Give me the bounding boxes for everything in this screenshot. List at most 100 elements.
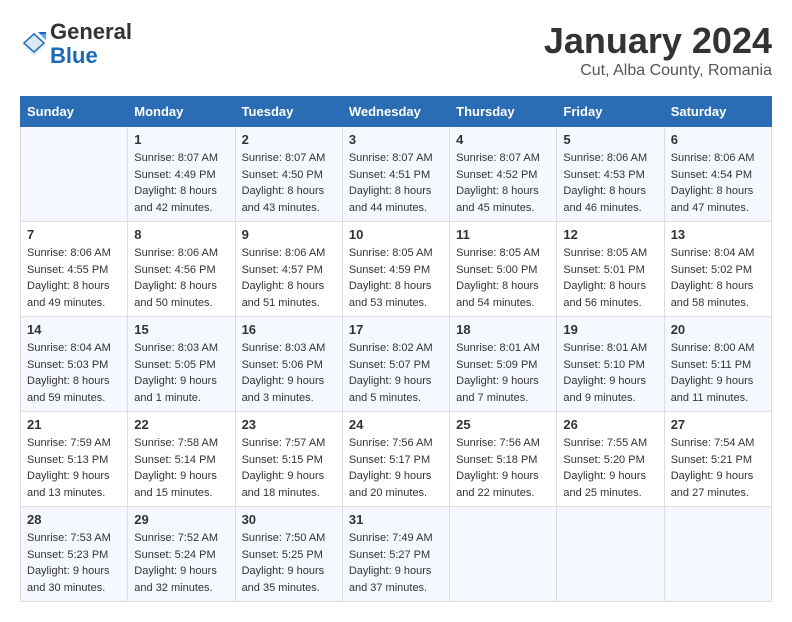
day-info: Sunrise: 8:07 AMSunset: 4:52 PMDaylight:… <box>456 150 550 216</box>
calendar-day-cell: 1 Sunrise: 8:07 AMSunset: 4:49 PMDaylight… <box>128 127 235 222</box>
day-number: 3 <box>349 132 443 147</box>
calendar-day-cell: 12 Sunrise: 8:05 AMSunset: 5:01 PMDayligh… <box>557 222 664 317</box>
calendar-day-cell: 11Sunrise: 8:05 AMSunset: 5:00 PMDayligh… <box>450 222 557 317</box>
day-number: 28 <box>27 512 121 527</box>
day-number: 24 <box>349 417 443 432</box>
calendar-day-cell <box>664 507 771 602</box>
calendar-day-cell: 10 Sunrise: 8:05 AMSunset: 4:59 PMDayligh… <box>342 222 449 317</box>
day-number: 23 <box>242 417 336 432</box>
calendar-day-cell: 20 Sunrise: 8:00 AMSunset: 5:11 PMDayligh… <box>664 317 771 412</box>
day-info: Sunrise: 8:04 AMSunset: 5:03 PMDaylight:… <box>27 340 121 406</box>
day-number: 13 <box>671 227 765 242</box>
day-info: Sunrise: 7:54 AMSunset: 5:21 PMDaylight:… <box>671 435 765 501</box>
day-number: 29 <box>134 512 228 527</box>
day-number: 30 <box>242 512 336 527</box>
calendar-day-cell: 31 Sunrise: 7:49 AMSunset: 5:27 PMDayligh… <box>342 507 449 602</box>
day-number: 4 <box>456 132 550 147</box>
calendar-day-cell: 6 Sunrise: 8:06 AMSunset: 4:54 PMDaylight… <box>664 127 771 222</box>
day-number: 2 <box>242 132 336 147</box>
location-title: Cut, Alba County, Romania <box>544 62 772 80</box>
day-info: Sunrise: 8:06 AMSunset: 4:54 PMDaylight:… <box>671 150 765 216</box>
day-info: Sunrise: 7:53 AMSunset: 5:23 PMDaylight:… <box>27 530 121 596</box>
calendar-day-cell <box>557 507 664 602</box>
day-number: 7 <box>27 227 121 242</box>
day-of-week-header: Monday <box>128 97 235 127</box>
calendar-day-cell <box>450 507 557 602</box>
day-info: Sunrise: 8:05 AMSunset: 5:01 PMDaylight:… <box>563 245 657 311</box>
day-of-week-header: Thursday <box>450 97 557 127</box>
logo-general-text: General <box>50 19 132 44</box>
calendar-week-row: 14 Sunrise: 8:04 AMSunset: 5:03 PMDayligh… <box>21 317 772 412</box>
logo-blue-text: Blue <box>50 43 98 68</box>
day-number: 20 <box>671 322 765 337</box>
calendar-day-cell: 22Sunrise: 7:58 AMSunset: 5:14 PMDayligh… <box>128 412 235 507</box>
day-number: 15 <box>134 322 228 337</box>
day-info: Sunrise: 8:06 AMSunset: 4:56 PMDaylight:… <box>134 245 228 311</box>
calendar-day-cell: 16 Sunrise: 8:03 AMSunset: 5:06 PMDayligh… <box>235 317 342 412</box>
day-number: 1 <box>134 132 228 147</box>
day-info: Sunrise: 8:04 AMSunset: 5:02 PMDaylight:… <box>671 245 765 311</box>
calendar-day-cell: 9 Sunrise: 8:06 AMSunset: 4:57 PMDaylight… <box>235 222 342 317</box>
logo: General Blue <box>20 20 132 68</box>
calendar-day-cell: 28 Sunrise: 7:53 AMSunset: 5:23 PMDayligh… <box>21 507 128 602</box>
day-info: Sunrise: 8:05 AMSunset: 4:59 PMDaylight:… <box>349 245 443 311</box>
day-of-week-header: Wednesday <box>342 97 449 127</box>
calendar-day-cell: 27Sunrise: 7:54 AMSunset: 5:21 PMDayligh… <box>664 412 771 507</box>
day-info: Sunrise: 7:56 AMSunset: 5:18 PMDaylight:… <box>456 435 550 501</box>
day-number: 21 <box>27 417 121 432</box>
day-info: Sunrise: 7:57 AMSunset: 5:15 PMDaylight:… <box>242 435 336 501</box>
title-area: January 2024 Cut, Alba County, Romania <box>544 20 772 80</box>
day-info: Sunrise: 8:07 AMSunset: 4:50 PMDaylight:… <box>242 150 336 216</box>
calendar-day-cell: 25Sunrise: 7:56 AMSunset: 5:18 PMDayligh… <box>450 412 557 507</box>
calendar-day-cell: 7Sunrise: 8:06 AMSunset: 4:55 PMDaylight… <box>21 222 128 317</box>
day-info: Sunrise: 8:03 AMSunset: 5:06 PMDaylight:… <box>242 340 336 406</box>
day-info: Sunrise: 7:56 AMSunset: 5:17 PMDaylight:… <box>349 435 443 501</box>
calendar-week-row: 1 Sunrise: 8:07 AMSunset: 4:49 PMDaylight… <box>21 127 772 222</box>
day-info: Sunrise: 8:07 AMSunset: 4:49 PMDaylight:… <box>134 150 228 216</box>
calendar-day-cell: 15 Sunrise: 8:03 AMSunset: 5:05 PMDayligh… <box>128 317 235 412</box>
day-number: 5 <box>563 132 657 147</box>
day-of-week-header: Tuesday <box>235 97 342 127</box>
calendar-day-cell: 13 Sunrise: 8:04 AMSunset: 5:02 PMDayligh… <box>664 222 771 317</box>
day-number: 26 <box>563 417 657 432</box>
day-info: Sunrise: 7:59 AMSunset: 5:13 PMDaylight:… <box>27 435 121 501</box>
day-number: 19 <box>563 322 657 337</box>
day-info: Sunrise: 8:07 AMSunset: 4:51 PMDaylight:… <box>349 150 443 216</box>
calendar-week-row: 28 Sunrise: 7:53 AMSunset: 5:23 PMDayligh… <box>21 507 772 602</box>
calendar-week-row: 7Sunrise: 8:06 AMSunset: 4:55 PMDaylight… <box>21 222 772 317</box>
day-number: 14 <box>27 322 121 337</box>
day-of-week-header: Friday <box>557 97 664 127</box>
day-number: 10 <box>349 227 443 242</box>
day-number: 16 <box>242 322 336 337</box>
day-info: Sunrise: 8:06 AMSunset: 4:53 PMDaylight:… <box>563 150 657 216</box>
calendar-header-row: SundayMondayTuesdayWednesdayThursdayFrid… <box>21 97 772 127</box>
day-info: Sunrise: 8:02 AMSunset: 5:07 PMDaylight:… <box>349 340 443 406</box>
day-info: Sunrise: 7:52 AMSunset: 5:24 PMDaylight:… <box>134 530 228 596</box>
day-info: Sunrise: 7:49 AMSunset: 5:27 PMDaylight:… <box>349 530 443 596</box>
calendar-day-cell: 23 Sunrise: 7:57 AMSunset: 5:15 PMDayligh… <box>235 412 342 507</box>
calendar-day-cell: 19Sunrise: 8:01 AMSunset: 5:10 PMDayligh… <box>557 317 664 412</box>
page-header: General Blue January 2024 Cut, Alba Coun… <box>20 20 772 80</box>
day-info: Sunrise: 8:06 AMSunset: 4:57 PMDaylight:… <box>242 245 336 311</box>
day-number: 6 <box>671 132 765 147</box>
calendar-day-cell: 2 Sunrise: 8:07 AMSunset: 4:50 PMDaylight… <box>235 127 342 222</box>
day-number: 9 <box>242 227 336 242</box>
calendar-day-cell: 26 Sunrise: 7:55 AMSunset: 5:20 PMDayligh… <box>557 412 664 507</box>
day-info: Sunrise: 7:55 AMSunset: 5:20 PMDaylight:… <box>563 435 657 501</box>
day-number: 11 <box>456 227 550 242</box>
day-number: 12 <box>563 227 657 242</box>
day-of-week-header: Sunday <box>21 97 128 127</box>
day-of-week-header: Saturday <box>664 97 771 127</box>
day-info: Sunrise: 7:58 AMSunset: 5:14 PMDaylight:… <box>134 435 228 501</box>
calendar-day-cell: 8Sunrise: 8:06 AMSunset: 4:56 PMDaylight… <box>128 222 235 317</box>
day-number: 31 <box>349 512 443 527</box>
calendar-day-cell: 21 Sunrise: 7:59 AMSunset: 5:13 PMDayligh… <box>21 412 128 507</box>
day-info: Sunrise: 7:50 AMSunset: 5:25 PMDaylight:… <box>242 530 336 596</box>
calendar-day-cell: 18Sunrise: 8:01 AMSunset: 5:09 PMDayligh… <box>450 317 557 412</box>
day-info: Sunrise: 8:00 AMSunset: 5:11 PMDaylight:… <box>671 340 765 406</box>
month-title: January 2024 <box>544 20 772 62</box>
calendar-day-cell: 30 Sunrise: 7:50 AMSunset: 5:25 PMDayligh… <box>235 507 342 602</box>
day-info: Sunrise: 8:03 AMSunset: 5:05 PMDaylight:… <box>134 340 228 406</box>
calendar-day-cell: 5 Sunrise: 8:06 AMSunset: 4:53 PMDaylight… <box>557 127 664 222</box>
day-number: 18 <box>456 322 550 337</box>
